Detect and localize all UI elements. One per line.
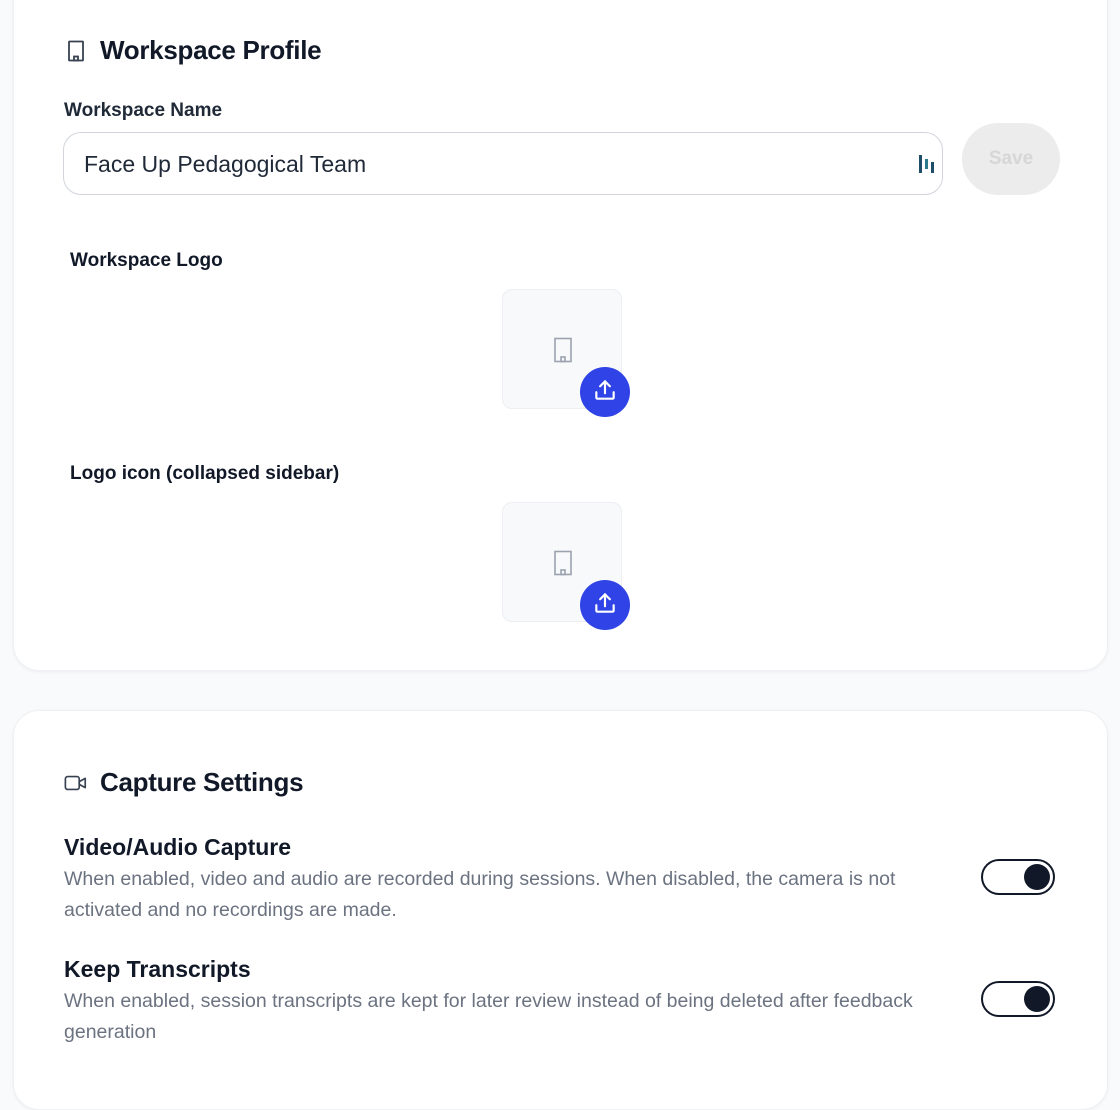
video-camera-icon: [64, 771, 88, 795]
capture-settings-header: Capture Settings: [64, 767, 304, 798]
password-manager-icon[interactable]: [918, 153, 936, 175]
video-audio-capture-toggle[interactable]: [981, 859, 1055, 895]
workspace-profile-card: Workspace Profile Workspace Name Save Wo…: [13, 0, 1108, 671]
upload-icon: [592, 590, 618, 621]
keep-transcripts-title: Keep Transcripts: [64, 956, 251, 982]
keep-transcripts-toggle[interactable]: [981, 981, 1055, 1017]
save-button[interactable]: Save: [962, 123, 1060, 195]
workspace-profile-header: Workspace Profile: [64, 35, 322, 66]
video-audio-capture-title: Video/Audio Capture: [64, 834, 292, 860]
logo-icon-label: Logo icon (collapsed sidebar): [70, 463, 340, 484]
workspace-name-input[interactable]: [82, 133, 906, 195]
toggle-knob: [1024, 864, 1050, 890]
workspace-logo-label: Workspace Logo: [70, 250, 223, 271]
upload-logo-button[interactable]: [580, 367, 630, 417]
capture-settings-card: Capture Settings Video/Audio Capture Whe…: [13, 710, 1108, 1110]
building-placeholder-icon: [552, 550, 574, 576]
workspace-name-label: Workspace Name: [64, 100, 223, 121]
upload-logo-icon-button[interactable]: [580, 580, 630, 630]
toggle-knob: [1024, 986, 1050, 1012]
keep-transcripts-description: When enabled, session transcripts are ke…: [64, 990, 913, 1043]
video-audio-capture-description: When enabled, video and audio are record…: [64, 868, 896, 921]
upload-icon: [592, 377, 618, 408]
workspace-profile-title: Workspace Profile: [100, 35, 322, 65]
capture-settings-title: Capture Settings: [100, 767, 304, 797]
building-placeholder-icon: [552, 337, 574, 363]
building-icon: [64, 39, 88, 63]
workspace-name-field[interactable]: [63, 132, 943, 195]
